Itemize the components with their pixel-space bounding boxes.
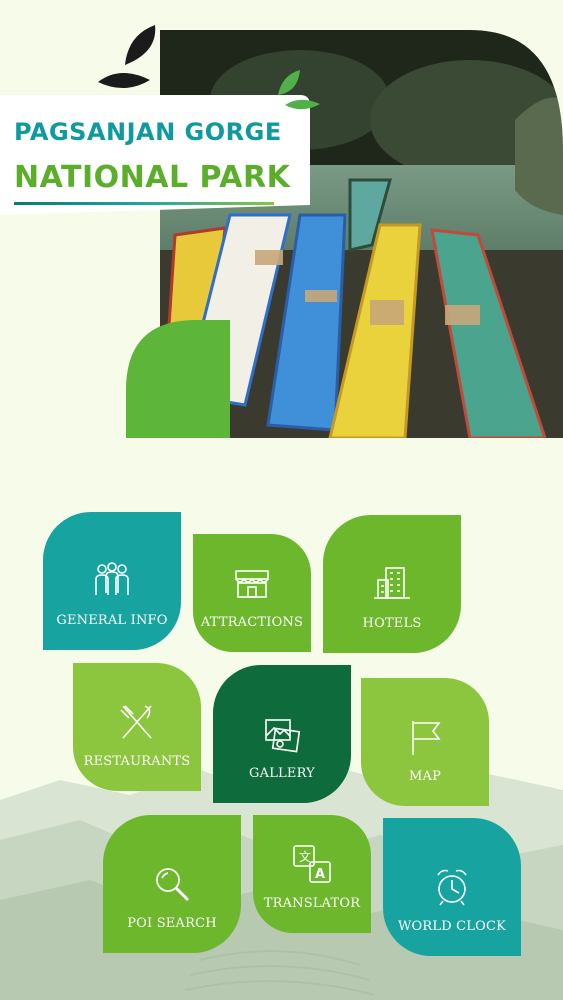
magnifier-icon <box>150 862 194 906</box>
svg-text:文: 文 <box>299 849 311 864</box>
world-clock-label: WORLD CLOCK <box>397 919 507 934</box>
storefront-icon <box>230 561 274 605</box>
svg-text:A: A <box>315 867 325 882</box>
hero-banner <box>0 0 563 438</box>
photos-icon <box>260 712 304 756</box>
translate-icon: 文 A <box>290 842 334 886</box>
translator-button[interactable]: 文 A TRANSLATOR <box>253 815 371 933</box>
general-info-label: GENERAL INFO <box>56 613 168 628</box>
poi-search-button[interactable]: POI SEARCH <box>103 815 241 953</box>
building-icon <box>370 562 414 606</box>
restaurants-button[interactable]: RESTAURANTS <box>73 663 201 791</box>
restaurants-label: RESTAURANTS <box>83 754 191 769</box>
hotels-label: HOTELS <box>362 616 422 631</box>
world-clock-button[interactable]: WORLD CLOCK <box>383 818 521 956</box>
cutlery-icon <box>115 700 159 744</box>
translator-label: TRANSLATOR <box>263 896 361 911</box>
map-label: MAP <box>408 769 442 784</box>
app-title-line1: PAGSANJAN GORGE <box>14 118 282 146</box>
hotels-button[interactable]: HOTELS <box>323 515 461 653</box>
people-icon <box>90 559 134 603</box>
app-title-line2: NATIONAL PARK <box>14 160 291 195</box>
gallery-label: GALLERY <box>249 766 315 781</box>
title-underline <box>14 202 274 205</box>
flag-icon <box>403 715 447 759</box>
map-button[interactable]: MAP <box>361 678 489 806</box>
poi-search-label: POI SEARCH <box>127 916 217 931</box>
attractions-label: ATTRACTIONS <box>200 615 304 630</box>
general-info-button[interactable]: GENERAL INFO <box>43 512 181 650</box>
alarm-clock-icon <box>430 865 474 909</box>
attractions-button[interactable]: ATTRACTIONS <box>193 534 311 652</box>
gallery-button[interactable]: GALLERY <box>213 665 351 803</box>
